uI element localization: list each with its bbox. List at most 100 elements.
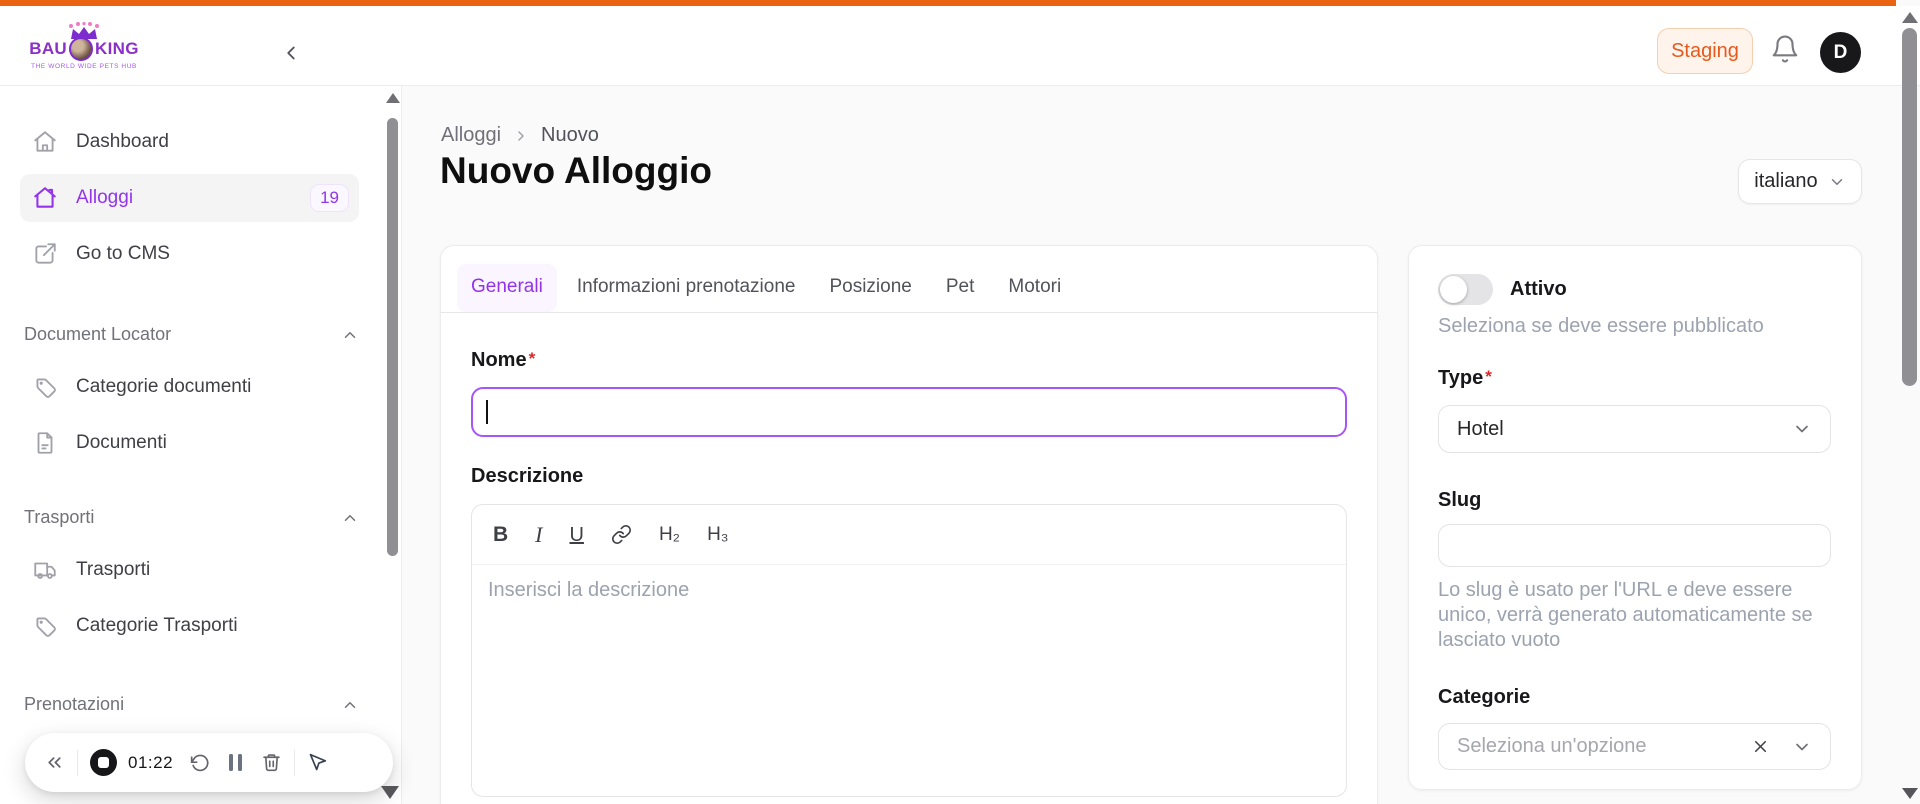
external-link-icon bbox=[35, 243, 56, 264]
sidebar-item-trasporti[interactable]: Trasporti bbox=[20, 546, 359, 594]
required-asterisk: * bbox=[1485, 367, 1492, 386]
sidebar-item-label: Documenti bbox=[76, 432, 167, 453]
section-title: Prenotazioni bbox=[24, 694, 125, 714]
attivo-label: Attivo bbox=[1510, 278, 1567, 300]
recording-time: 01:22 bbox=[128, 752, 174, 772]
tab-informazioni-prenotazione[interactable]: Informazioni prenotazione bbox=[563, 264, 810, 312]
slug-input[interactable] bbox=[1438, 524, 1831, 567]
sidebar-item-label: Categorie documenti bbox=[76, 376, 252, 397]
notifications-button[interactable] bbox=[1770, 34, 1800, 64]
language-selector[interactable]: italiano bbox=[1738, 159, 1862, 204]
divider bbox=[77, 749, 78, 776]
sidebar-section-trasporti[interactable]: Trasporti bbox=[24, 507, 359, 528]
sidebar-item-categorie-trasporti[interactable]: Categorie Trasporti bbox=[20, 602, 359, 650]
descrizione-label: Descrizione bbox=[471, 465, 584, 487]
tag-icon bbox=[36, 378, 56, 398]
section-title: Trasporti bbox=[24, 507, 95, 527]
tab-pet[interactable]: Pet bbox=[932, 264, 989, 312]
descrizione-textarea[interactable]: Inserisci la descrizione bbox=[472, 565, 1346, 616]
screen-recorder-toolbar: 01:22 bbox=[25, 733, 393, 792]
sidebar-item-categorie-documenti[interactable]: Categorie documenti bbox=[20, 363, 359, 411]
sidebar-item-go-to-cms[interactable]: Go to CMS bbox=[20, 230, 359, 278]
heading2-button[interactable]: H₂ bbox=[659, 525, 680, 544]
sidebar-section-document-locator[interactable]: Document Locator bbox=[24, 324, 359, 345]
home-icon bbox=[34, 187, 56, 208]
sidebar-item-label: Go to CMS bbox=[76, 243, 170, 264]
chevron-left-icon bbox=[287, 46, 295, 60]
trash-icon[interactable] bbox=[261, 752, 282, 773]
slug-help-text: Lo slug è usato per l'URL e deve essere … bbox=[1438, 579, 1813, 651]
language-value: italiano bbox=[1754, 170, 1818, 192]
accommodation-form-card: Generali Informazioni prenotazione Posiz… bbox=[440, 245, 1378, 804]
italic-button[interactable]: I bbox=[535, 523, 542, 546]
categorie-select[interactable]: Seleziona un'opzione bbox=[1438, 723, 1831, 770]
stop-record-button[interactable] bbox=[90, 749, 117, 776]
tab-generali[interactable]: Generali bbox=[457, 264, 557, 312]
tab-motori[interactable]: Motori bbox=[994, 264, 1075, 312]
descrizione-editor: B I U H₂ H₃ Inserisci la descrizione bbox=[471, 504, 1347, 797]
sidebar-item-label: Alloggi bbox=[76, 187, 134, 208]
breadcrumb-nuovo[interactable]: Nuovo bbox=[541, 124, 599, 147]
sidebar-scrollbar-up-arrow[interactable] bbox=[386, 93, 400, 103]
page-scrollbar-down-arrow[interactable] bbox=[1902, 788, 1918, 799]
user-avatar[interactable]: D bbox=[1820, 32, 1861, 73]
page-scrollbar[interactable] bbox=[1902, 28, 1917, 386]
sidebar-item-documenti[interactable]: Documenti bbox=[20, 419, 359, 467]
page-scrollbar-up-arrow[interactable] bbox=[1902, 12, 1918, 23]
nome-input[interactable] bbox=[471, 387, 1347, 437]
sidebar-scrollbar[interactable] bbox=[387, 118, 398, 556]
stop-record-icon bbox=[98, 757, 109, 768]
nome-label: Nome * bbox=[471, 349, 536, 371]
sidebar-nav: Dashboard Alloggi 19 Go to CMS Document … bbox=[0, 86, 402, 804]
brand-word-left: BAU bbox=[29, 39, 68, 58]
environment-badge[interactable]: Staging bbox=[1657, 28, 1753, 74]
home-icon bbox=[34, 131, 56, 152]
breadcrumb-alloggi[interactable]: Alloggi bbox=[441, 124, 501, 147]
sidebar-item-label: Dashboard bbox=[76, 131, 169, 152]
app-header: BAU KING THE WORLD WIDE PETS HUB Staging… bbox=[0, 6, 1920, 86]
clear-x-icon[interactable] bbox=[1751, 737, 1770, 756]
chevron-up-icon bbox=[344, 701, 356, 708]
sidebar-section-prenotazioni[interactable]: Prenotazioni bbox=[24, 694, 359, 715]
cursor-icon[interactable] bbox=[307, 752, 328, 773]
sidebar-item-dashboard[interactable]: Dashboard bbox=[20, 118, 359, 166]
chevron-up-icon bbox=[344, 514, 356, 521]
brand-logo[interactable]: BAU KING THE WORLD WIDE PETS HUB bbox=[28, 10, 140, 82]
attivo-toggle[interactable] bbox=[1438, 274, 1493, 305]
bold-button[interactable]: B bbox=[493, 524, 508, 545]
chevron-right-icon bbox=[518, 130, 524, 141]
underline-button[interactable]: U bbox=[570, 525, 584, 545]
brand-tagline: THE WORLD WIDE PETS HUB bbox=[31, 63, 137, 70]
link-button[interactable] bbox=[611, 524, 632, 545]
heading3-button[interactable]: H₃ bbox=[707, 525, 728, 544]
truck-icon bbox=[34, 562, 56, 579]
chevron-down-icon bbox=[1796, 743, 1808, 750]
brand-word-right: KING bbox=[95, 39, 139, 58]
attivo-help-text: Seleziona se deve essere pubblicato bbox=[1438, 315, 1764, 337]
pause-icon bbox=[229, 754, 234, 771]
chevron-up-icon bbox=[344, 331, 356, 338]
top-accent-bar bbox=[0, 0, 1896, 6]
editor-toolbar: B I U H₂ H₃ bbox=[472, 505, 1346, 565]
toggle-knob bbox=[1440, 276, 1467, 303]
section-title: Document Locator bbox=[24, 324, 172, 344]
sidebar-item-label: Trasporti bbox=[76, 559, 151, 580]
sidebar-item-alloggi[interactable]: Alloggi 19 bbox=[20, 174, 359, 222]
type-select[interactable]: Hotel bbox=[1438, 405, 1831, 453]
sidebar-scrollbar-down-arrow[interactable] bbox=[381, 786, 399, 799]
page-title: Nuovo Alloggio bbox=[440, 150, 712, 191]
breadcrumb: Alloggi Nuovo bbox=[441, 124, 599, 147]
link-icon bbox=[611, 524, 631, 545]
bell-icon bbox=[1772, 35, 1798, 63]
required-asterisk: * bbox=[528, 349, 536, 368]
publish-settings-card: Attivo Seleziona se deve essere pubblica… bbox=[1408, 245, 1862, 790]
tab-posizione[interactable]: Posizione bbox=[815, 264, 925, 312]
type-label: Type * bbox=[1438, 367, 1492, 389]
tag-icon bbox=[36, 617, 56, 637]
sidebar-collapse-button[interactable] bbox=[278, 40, 304, 66]
sidebar-item-label: Categorie Trasporti bbox=[76, 615, 238, 636]
chevrons-left-icon[interactable] bbox=[44, 752, 65, 773]
restart-icon[interactable] bbox=[190, 753, 210, 773]
pause-button[interactable] bbox=[229, 754, 243, 771]
divider bbox=[294, 749, 296, 776]
